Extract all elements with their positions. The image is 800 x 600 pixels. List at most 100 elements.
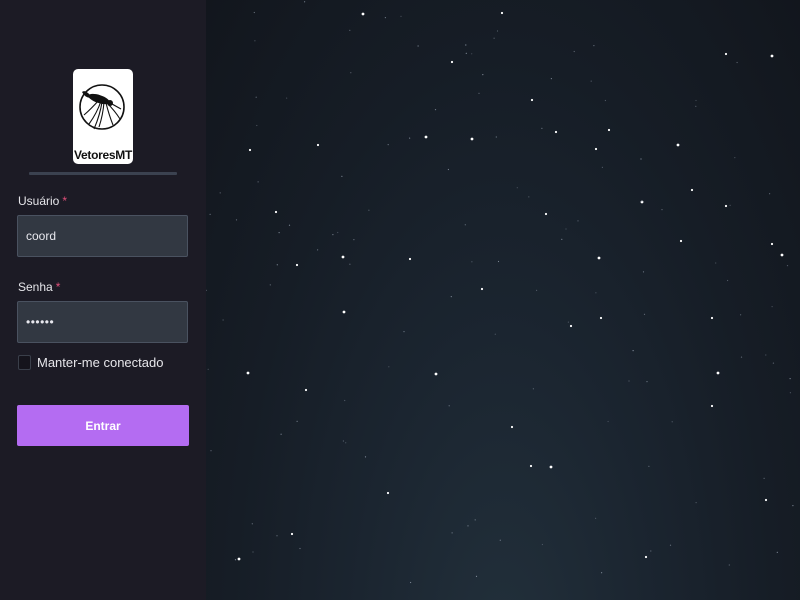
faint-star xyxy=(740,356,743,358)
faint-star xyxy=(641,200,643,202)
faint-star xyxy=(604,99,606,102)
login-sidebar: VetoresMT Usuário * coord Senha * •••••• M… xyxy=(0,0,206,600)
faint-star xyxy=(695,105,697,107)
faint-star xyxy=(601,166,603,168)
star xyxy=(544,212,548,216)
faint-star xyxy=(409,137,411,139)
faint-star xyxy=(278,232,280,234)
logo-text: VetoresMT xyxy=(74,148,132,162)
star xyxy=(764,498,768,502)
faint-star xyxy=(632,350,634,352)
star xyxy=(599,316,603,320)
faint-star xyxy=(252,551,254,553)
faint-star xyxy=(495,136,497,138)
star xyxy=(724,204,728,208)
faint-star xyxy=(590,80,592,82)
faint-star xyxy=(642,271,645,273)
faint-star xyxy=(332,234,334,236)
faint-star xyxy=(573,50,575,53)
faint-star xyxy=(254,40,256,42)
faint-star xyxy=(763,477,765,479)
faint-star xyxy=(207,368,209,370)
star xyxy=(237,557,241,561)
logo-divider xyxy=(29,172,177,175)
faint-star xyxy=(561,238,563,240)
faint-star xyxy=(528,196,530,198)
remember-label: Manter-me conectado xyxy=(37,355,164,370)
faint-star xyxy=(601,572,603,574)
mosquito-icon xyxy=(79,84,125,130)
login-button[interactable]: Entrar xyxy=(17,405,189,446)
star xyxy=(295,263,299,267)
star xyxy=(716,371,720,375)
star xyxy=(594,147,598,151)
faint-star xyxy=(387,144,389,146)
username-label: Usuário * xyxy=(18,194,67,208)
faint-star xyxy=(493,37,495,39)
starfield-background xyxy=(206,0,800,600)
faint-star xyxy=(317,249,319,251)
faint-star xyxy=(516,187,518,189)
remember-checkbox[interactable] xyxy=(18,355,31,370)
star xyxy=(710,316,714,320)
star xyxy=(710,404,714,408)
faint-star xyxy=(648,465,650,467)
faint-star xyxy=(219,192,221,194)
star xyxy=(597,256,601,260)
star xyxy=(500,11,504,15)
faint-star xyxy=(734,157,736,159)
faint-star xyxy=(235,219,238,221)
star xyxy=(316,143,320,147)
star xyxy=(470,137,474,141)
password-input[interactable]: •••••• xyxy=(17,301,188,343)
faint-star xyxy=(255,96,257,98)
faint-star xyxy=(280,433,282,435)
star xyxy=(480,287,484,291)
faint-star xyxy=(482,74,484,76)
faint-star xyxy=(640,158,642,160)
star xyxy=(530,98,534,102)
faint-star xyxy=(337,231,339,234)
faint-star xyxy=(451,532,453,534)
star xyxy=(679,239,683,243)
faint-star xyxy=(345,442,347,444)
faint-star xyxy=(471,53,473,55)
faint-star xyxy=(595,292,597,294)
faint-star xyxy=(474,519,476,521)
faint-star xyxy=(643,313,646,315)
faint-star xyxy=(669,544,672,546)
username-input[interactable]: coord xyxy=(17,215,188,257)
faint-star xyxy=(447,168,449,171)
star xyxy=(341,255,345,259)
faint-star xyxy=(496,30,499,32)
faint-star xyxy=(729,204,731,206)
faint-star xyxy=(299,547,301,550)
starfield xyxy=(206,1,794,584)
faint-star xyxy=(450,296,452,298)
faint-star xyxy=(607,420,609,423)
faint-star xyxy=(646,381,648,383)
faint-star xyxy=(661,209,663,211)
faint-star xyxy=(276,535,278,537)
faint-star xyxy=(276,264,278,266)
faint-star xyxy=(789,378,791,380)
password-label: Senha * xyxy=(18,280,60,294)
faint-star xyxy=(403,331,405,333)
star xyxy=(724,52,728,56)
star xyxy=(770,54,774,58)
faint-star xyxy=(695,99,697,102)
faint-star xyxy=(736,61,738,64)
star xyxy=(304,388,308,392)
remember-me[interactable]: Manter-me conectado xyxy=(18,355,163,370)
faint-star xyxy=(792,505,794,507)
faint-star xyxy=(494,333,496,335)
faint-star xyxy=(715,262,717,264)
star xyxy=(342,310,346,314)
star xyxy=(290,532,294,536)
star xyxy=(434,372,438,376)
faint-star xyxy=(368,209,370,211)
star xyxy=(246,371,250,375)
faint-star xyxy=(772,362,775,364)
star xyxy=(644,555,648,559)
faint-star xyxy=(304,1,306,3)
